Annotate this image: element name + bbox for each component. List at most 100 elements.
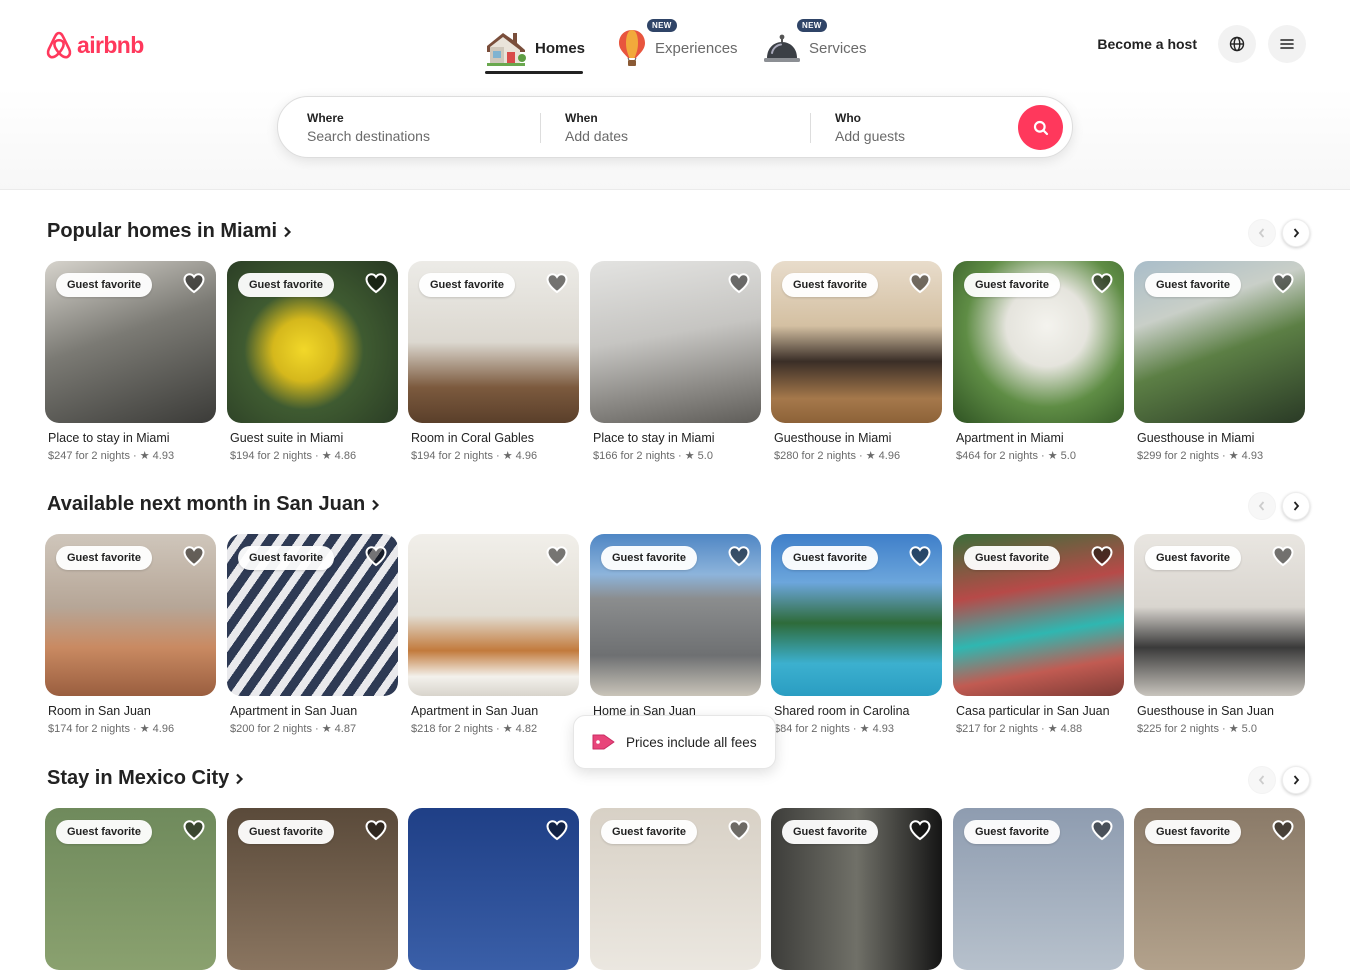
listing-card[interactable]: Guest favorite	[227, 808, 398, 970]
heart-icon[interactable]	[545, 544, 569, 568]
section-title-link[interactable]: Popular homes in Miami	[47, 220, 292, 243]
brand-name: airbnb	[77, 31, 144, 58]
listing-meta: $84 for 2 nights · ★ 4.93	[774, 723, 894, 735]
listing-rating: 4.96	[878, 450, 901, 462]
listing-card[interactable]: Apartment in San Juan $218 for 2 nights …	[408, 534, 579, 735]
house-icon	[487, 33, 526, 66]
heart-icon[interactable]	[908, 271, 932, 295]
listing-card[interactable]: Guest favorite Casa particular in San Ju…	[953, 534, 1124, 735]
guest-favorite-badge: Guest favorite	[56, 273, 152, 297]
listing-card[interactable]: Guest favorite	[590, 808, 761, 970]
heart-icon[interactable]	[1090, 818, 1114, 842]
listing-price: $280 for 2 nights	[774, 450, 856, 462]
listing-rating: 4.93	[1241, 450, 1264, 462]
section-title-link[interactable]: Available next month in San Juan	[47, 493, 380, 516]
listing-card[interactable]: Guest favorite	[45, 808, 216, 970]
guest-favorite-badge: Guest favorite	[238, 273, 334, 297]
tab-services[interactable]: Services NEW	[763, 19, 867, 74]
heart-icon[interactable]	[545, 271, 569, 295]
heart-icon[interactable]	[1271, 544, 1295, 568]
heart-icon[interactable]	[727, 544, 751, 568]
listing-card[interactable]: Guest favorite Home in San Juan	[590, 534, 761, 718]
airbnb-logo[interactable]: airbnb	[44, 29, 144, 61]
listing-card[interactable]: Guest favorite	[1134, 808, 1305, 970]
listing-rating: 5.0	[1241, 723, 1257, 735]
tab-experiences[interactable]: Experiences NEW	[617, 19, 738, 74]
listing-card[interactable]: Guest favorite Guesthouse in Miami $299 …	[1134, 261, 1305, 462]
guest-favorite-badge: Guest favorite	[964, 546, 1060, 570]
chevron-right-icon	[1293, 228, 1300, 238]
star-icon: ★	[1047, 723, 1058, 735]
when-field[interactable]: When Add dates	[565, 111, 795, 144]
listing-photo: Guest favorite	[771, 534, 942, 696]
listing-title: Place to stay in Miami	[593, 431, 715, 445]
heart-icon[interactable]	[1090, 271, 1114, 295]
listing-card[interactable]: Guest favorite Guest suite in Miami $194…	[227, 261, 398, 462]
language-button[interactable]	[1218, 25, 1256, 63]
listing-card[interactable]: Guest favorite Apartment in San Juan $20…	[227, 534, 398, 735]
guest-favorite-badge: Guest favorite	[419, 273, 515, 297]
tab-homes[interactable]: Homes	[485, 22, 585, 74]
carousel-next-button[interactable]	[1282, 492, 1310, 520]
listing-title: Casa particular in San Juan	[956, 704, 1110, 718]
listing-card[interactable]: Guest favorite Room in Coral Gables $194…	[408, 261, 579, 462]
airbnb-logo-icon	[46, 31, 72, 59]
listing-title: Place to stay in Miami	[48, 431, 170, 445]
listing-price: $225 for 2 nights	[1137, 723, 1219, 735]
section-title: Stay in Mexico City	[47, 767, 230, 789]
carousel-prev-button[interactable]	[1248, 766, 1276, 794]
listing-card[interactable]: Guest favorite Room in San Juan $174 for…	[45, 534, 216, 735]
section-title: Available next month in San Juan	[47, 493, 366, 515]
listing-photo: Guest favorite	[227, 261, 398, 423]
listing-price: $194 for 2 nights	[230, 450, 312, 462]
guest-favorite-badge: Guest favorite	[782, 546, 878, 570]
become-a-host-link[interactable]: Become a host	[1097, 36, 1197, 52]
heart-icon[interactable]	[1271, 818, 1295, 842]
heart-icon[interactable]	[364, 271, 388, 295]
heart-icon[interactable]	[908, 544, 932, 568]
heart-icon[interactable]	[182, 818, 206, 842]
heart-icon[interactable]	[182, 271, 206, 295]
listing-photo: Guest favorite	[953, 534, 1124, 696]
listing-meta: $464 for 2 nights · ★ 5.0	[956, 450, 1076, 462]
listing-card[interactable]: Guest favorite Apartment in Miami $464 f…	[953, 261, 1124, 462]
carousel-controls	[1248, 766, 1310, 794]
star-icon: ★	[865, 450, 876, 462]
heart-icon[interactable]	[727, 818, 751, 842]
heart-icon[interactable]	[908, 818, 932, 842]
heart-icon[interactable]	[1271, 271, 1295, 295]
carousel-prev-button[interactable]	[1248, 219, 1276, 247]
listing-card[interactable]	[408, 808, 579, 970]
listing-card[interactable]: Guest favorite	[953, 808, 1124, 970]
active-tab-indicator	[485, 71, 583, 74]
listing-rating: 4.96	[515, 450, 538, 462]
carousel-next-button[interactable]	[1282, 766, 1310, 794]
carousel-next-button[interactable]	[1282, 219, 1310, 247]
heart-icon[interactable]	[545, 818, 569, 842]
guest-favorite-badge: Guest favorite	[782, 820, 878, 844]
listing-title: Apartment in San Juan	[230, 704, 358, 718]
listing-meta: $217 for 2 nights · ★ 4.88	[956, 723, 1083, 735]
listing-card[interactable]: Guest favorite Place to stay in Miami $2…	[45, 261, 216, 462]
listing-card[interactable]: Guest favorite	[771, 808, 942, 970]
listing-card[interactable]: Guest favorite Shared room in Carolina $…	[771, 534, 942, 735]
listing-card[interactable]: Guest favorite Guesthouse in Miami $280 …	[771, 261, 942, 462]
heart-icon[interactable]	[364, 818, 388, 842]
heart-icon[interactable]	[1090, 544, 1114, 568]
heart-icon[interactable]	[182, 544, 206, 568]
heart-icon[interactable]	[727, 271, 751, 295]
carousel-prev-button[interactable]	[1248, 492, 1276, 520]
listing-photo	[590, 261, 761, 423]
star-icon: ★	[502, 450, 513, 462]
section-title-link[interactable]: Stay in Mexico City	[47, 767, 244, 790]
site-header: airbnb Homes Experiences NEW Services NE…	[0, 0, 1350, 190]
search-button[interactable]	[1018, 105, 1063, 150]
heart-icon[interactable]	[364, 544, 388, 568]
who-field[interactable]: Who Add guests	[835, 111, 1005, 144]
listing-card[interactable]: Place to stay in Miami $166 for 2 nights…	[590, 261, 761, 462]
where-field[interactable]: Where Search destinations	[307, 111, 537, 144]
listing-card[interactable]: Guest favorite Guesthouse in San Juan $2…	[1134, 534, 1305, 735]
main-menu-button[interactable]	[1268, 25, 1306, 63]
prices-include-fees-toast[interactable]: Prices include all fees	[573, 715, 776, 769]
search-divider	[540, 113, 541, 143]
